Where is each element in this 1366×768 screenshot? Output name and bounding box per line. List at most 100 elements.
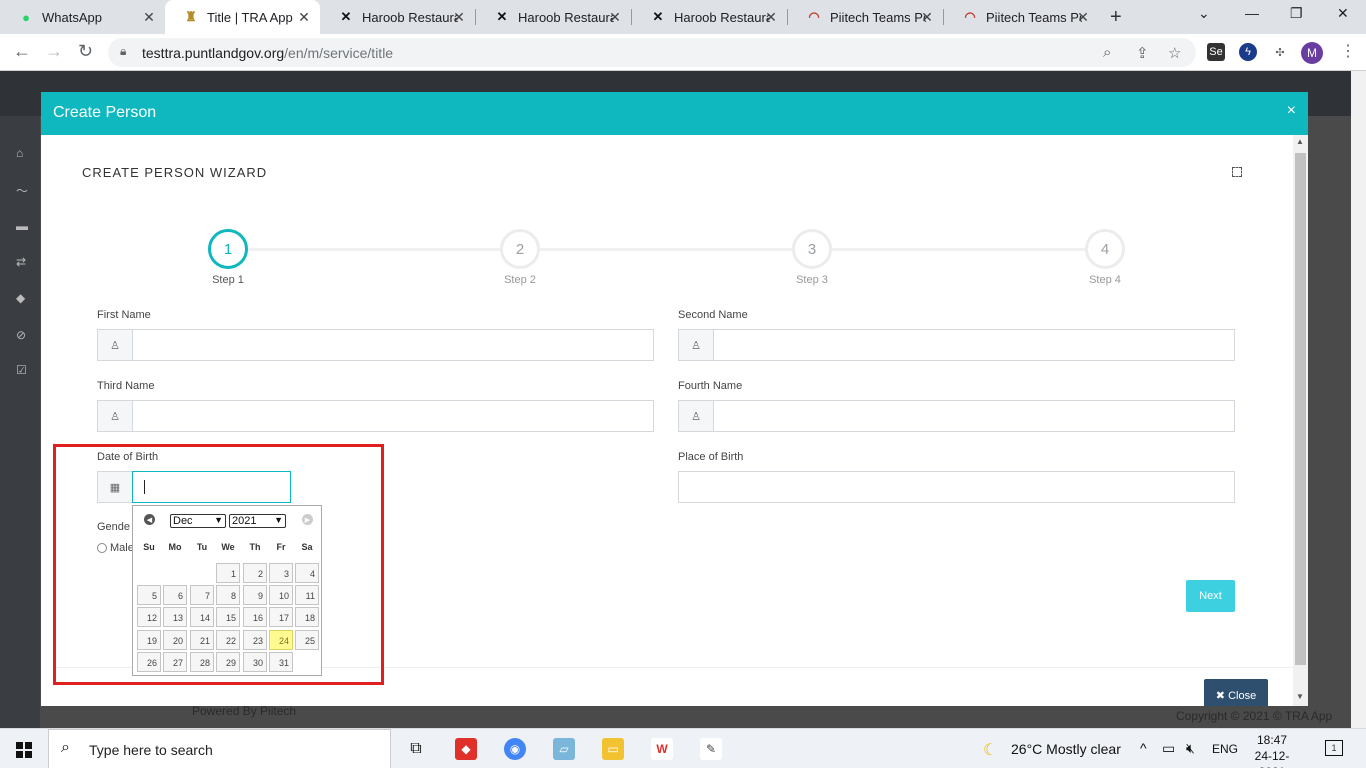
- tab-piitech-2[interactable]: ◠ Piitech Teams Por ✕: [944, 0, 1099, 34]
- tab-close-icon[interactable]: ✕: [451, 9, 467, 26]
- restore-icon[interactable]: ❐: [1290, 5, 1303, 22]
- reload-icon[interactable]: ↻: [78, 41, 93, 62]
- page-scrollbar[interactable]: [1351, 71, 1366, 728]
- footer-powered-by: Powered By Piitech: [192, 704, 297, 718]
- share-icon[interactable]: ⇪: [1136, 44, 1149, 62]
- tab-haroob-3[interactable]: ✕ Haroob Restaura ✕: [632, 0, 787, 34]
- tab-close-icon[interactable]: ✕: [919, 9, 935, 26]
- step-circle: 3: [792, 229, 832, 269]
- bookmark-star-icon[interactable]: ☆: [1168, 44, 1181, 62]
- step-label: Step 4: [1089, 274, 1121, 286]
- app-icon[interactable]: ▱: [553, 738, 575, 760]
- fourth-name-input[interactable]: [713, 400, 1235, 432]
- scrollbar-thumb[interactable]: [1295, 153, 1306, 665]
- file-explorer-icon[interactable]: ▭: [602, 738, 624, 760]
- tab-title: Piitech Teams Por: [830, 9, 926, 25]
- tab-close-icon[interactable]: ✕: [1075, 9, 1091, 26]
- windows-start-icon[interactable]: [16, 742, 32, 758]
- scroll-down-icon[interactable]: ▼: [1296, 692, 1304, 701]
- selenium-extension-icon[interactable]: Se: [1207, 43, 1225, 61]
- step-label: Step 3: [796, 274, 828, 286]
- step-3[interactable]: 3 Step 3: [792, 229, 832, 286]
- place-of-birth-input[interactable]: [678, 471, 1235, 503]
- piitech-icon: ◠: [964, 9, 976, 24]
- task-view-icon[interactable]: ⧉: [405, 738, 427, 760]
- address-bar: ← → ↻ 🔒︎ testtra.puntlandgov.org/en/m/se…: [0, 34, 1366, 71]
- tab-close-icon[interactable]: ✕: [763, 9, 779, 26]
- forward-icon[interactable]: →: [45, 41, 63, 62]
- fullscreen-icon[interactable]: [1232, 167, 1242, 177]
- second-name-input[interactable]: [713, 329, 1235, 361]
- clock[interactable]: 18:47 24-12-2021: [1246, 732, 1298, 768]
- chrome-icon[interactable]: ◉: [504, 738, 526, 760]
- modal-scrollbar[interactable]: ▲ ▼: [1293, 135, 1308, 706]
- omnibox[interactable]: 🔒︎ testtra.puntlandgov.org/en/m/service/…: [108, 38, 1196, 67]
- tab-close-icon[interactable]: ✕: [296, 9, 312, 26]
- tab-whatsapp[interactable]: ● WhatsApp ✕: [0, 0, 165, 34]
- back-icon[interactable]: ←: [13, 41, 31, 62]
- footer-copyright: Copyright © 2021 © TRA App: [1176, 709, 1333, 723]
- whatsapp-icon: ●: [22, 9, 30, 25]
- bolt-extension-icon[interactable]: ϟ: [1239, 43, 1257, 61]
- tags-icon[interactable]: ◆: [16, 291, 25, 305]
- battery-icon[interactable]: ▭: [1162, 740, 1175, 757]
- tab-title: Title | TRA App: [207, 9, 293, 25]
- wps-office-icon[interactable]: W: [651, 738, 673, 760]
- tab-haroob-2[interactable]: ✕ Haroob Restaura ✕: [476, 0, 631, 34]
- user-icon: ♙: [678, 329, 713, 361]
- modal-header: Create Person ×: [41, 92, 1308, 135]
- next-button[interactable]: Next: [1186, 580, 1235, 612]
- user-icon: ♙: [97, 400, 132, 432]
- step-circle: 1: [208, 229, 248, 269]
- chart-icon[interactable]: 〜: [16, 182, 28, 199]
- show-hidden-icons-chevron-icon[interactable]: ^: [1140, 740, 1147, 756]
- volume-muted-icon[interactable]: 🔇︎: [1186, 740, 1195, 757]
- weather-moon-icon[interactable]: ☾: [983, 740, 997, 760]
- tab-search-chevron-icon[interactable]: ⌄: [1198, 5, 1210, 22]
- tab-title: WhatsApp: [42, 9, 102, 25]
- paint-icon[interactable]: ✎: [700, 738, 722, 760]
- tab-close-icon[interactable]: ✕: [141, 9, 157, 26]
- weather-text[interactable]: 26°C Mostly clear: [1011, 741, 1121, 757]
- url-text[interactable]: testtra.puntlandgov.org/en/m/service/tit…: [142, 45, 393, 61]
- first-name-input[interactable]: [132, 329, 654, 361]
- modal-close-icon[interactable]: ×: [1287, 102, 1296, 120]
- x-brand-icon: ✕: [496, 9, 508, 24]
- tab-title: Haroob Restaura: [674, 9, 770, 25]
- ban-icon[interactable]: ⊘: [16, 328, 26, 342]
- extensions-puzzle-icon[interactable]: ✣: [1271, 43, 1289, 61]
- tab-haroob-1[interactable]: ✕ Haroob Restaura ✕: [320, 0, 475, 34]
- third-name-group: ♙: [97, 400, 654, 432]
- check-square-icon[interactable]: ☑: [16, 363, 27, 377]
- step-2[interactable]: 2 Step 2: [500, 229, 540, 286]
- home-icon[interactable]: ⌂: [16, 146, 23, 160]
- tab-title: Haroob Restaura: [518, 9, 614, 25]
- profile-avatar[interactable]: M: [1301, 42, 1323, 64]
- notification-center-icon[interactable]: 1: [1325, 740, 1343, 756]
- step-4[interactable]: 4 Step 4: [1085, 229, 1125, 286]
- browser-tab-bar: ● WhatsApp ✕ ♜ Title | TRA App ✕ ✕ Haroo…: [0, 0, 1366, 34]
- exchange-icon[interactable]: ⇄: [16, 255, 26, 269]
- step-circle: 4: [1085, 229, 1125, 269]
- taskbar-search[interactable]: ⌕ Type here to search: [48, 729, 391, 768]
- step-1[interactable]: 1 Step 1: [208, 229, 248, 286]
- car-icon[interactable]: ▬: [16, 219, 28, 233]
- anydesk-icon[interactable]: ◆: [455, 738, 477, 760]
- scroll-up-icon[interactable]: ▲: [1296, 137, 1304, 146]
- window-close-icon[interactable]: ✕: [1337, 5, 1349, 22]
- tab-piitech-1[interactable]: ◠ Piitech Teams Por ✕: [788, 0, 943, 34]
- tab-close-icon[interactable]: ✕: [607, 9, 623, 26]
- new-tab-icon[interactable]: +: [1110, 6, 1122, 29]
- minimize-icon[interactable]: —: [1245, 5, 1259, 21]
- modal-title: Create Person: [53, 104, 157, 121]
- tab-tra-app[interactable]: ♜ Title | TRA App ✕: [165, 0, 320, 34]
- close-button[interactable]: ✖ Close: [1204, 679, 1268, 706]
- x-brand-icon: ✕: [652, 9, 664, 24]
- browser-menu-icon[interactable]: ⋮: [1340, 41, 1356, 61]
- step-label: Step 2: [504, 274, 536, 286]
- zoom-icon[interactable]: ⌕: [1103, 44, 1111, 61]
- third-name-input[interactable]: [132, 400, 654, 432]
- step-label: Step 1: [212, 274, 244, 286]
- windows-taskbar: ⌕ Type here to search ⧉ ◆ ◉ ▱ ▭ W ✎ ☾ 26…: [0, 728, 1366, 768]
- language-indicator[interactable]: ENG: [1212, 742, 1238, 756]
